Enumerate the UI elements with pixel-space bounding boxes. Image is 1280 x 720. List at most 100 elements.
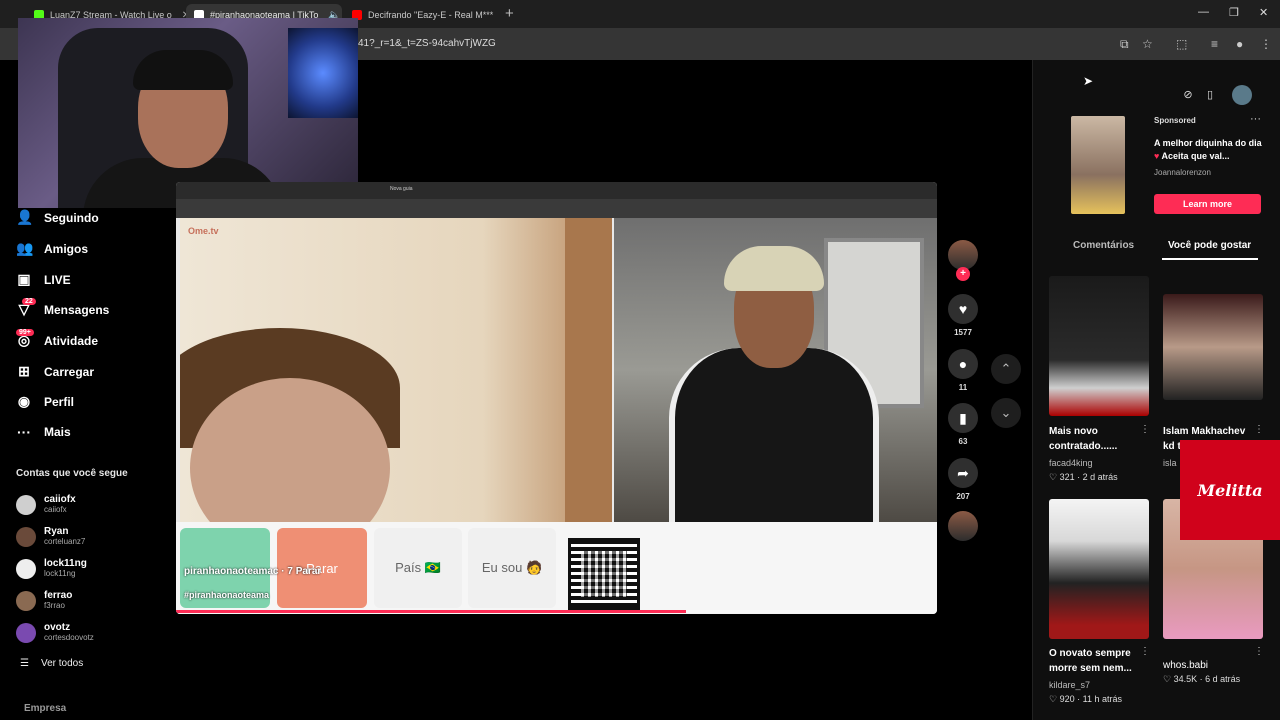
creator-avatar[interactable] xyxy=(948,240,978,270)
video-author[interactable]: facad4king xyxy=(1049,458,1093,468)
tab-title: Decifrando "Eazy-E - Real M*** xyxy=(368,10,494,20)
account-name: caiiofx xyxy=(44,494,76,505)
profile-icon: ◉ xyxy=(17,393,31,409)
people-icon: 👤 xyxy=(16,209,34,225)
video-author[interactable]: piranhaonaoteamac · 7 Parar xyxy=(184,566,321,577)
messages-badge: 22 xyxy=(22,298,36,305)
tab-voce-pode-gostar[interactable]: Você pode gostar xyxy=(1168,240,1251,251)
ometv-gender-button[interactable]: Eu sou 🧑 xyxy=(468,528,556,608)
melitta-logo: Melitta xyxy=(1180,440,1280,540)
minimize-icon[interactable]: — xyxy=(1198,6,1209,18)
new-tab-plus-icon[interactable]: + xyxy=(505,5,514,22)
user-avatar-icon[interactable] xyxy=(1232,85,1252,105)
account-handle: caiiofx xyxy=(44,505,67,514)
ad-title[interactable]: A melhor diquinha do dia ♥ Aceita que va… xyxy=(1154,137,1264,163)
mobile-icon[interactable]: ▯ xyxy=(1200,85,1220,105)
cast-icon[interactable]: ⧉ xyxy=(1120,37,1129,52)
sidebar-item-label: Amigos xyxy=(44,241,89,256)
video-player[interactable]: Nova guia Ome.tv Parar País 🇧🇷 Eu sou 🧑 … xyxy=(176,182,937,614)
next-video-chevron-down-icon[interactable]: ⌄ xyxy=(991,398,1021,428)
share-button[interactable]: ➦ 207 xyxy=(948,458,978,501)
video-title[interactable]: Mais novo contratado...... xyxy=(1049,424,1139,454)
sound-avatar[interactable] xyxy=(948,511,978,541)
avatar xyxy=(16,590,36,611)
extensions-icon[interactable]: ⬚ xyxy=(1176,37,1187,51)
media-icon[interactable]: ≡ xyxy=(1211,37,1218,51)
account-handle: cortesdoovotz xyxy=(44,633,94,642)
inner-browser-chrome: Nova guia xyxy=(176,182,937,218)
comment-button[interactable]: ● 11 xyxy=(948,349,978,392)
person-jacket xyxy=(669,348,879,522)
video-stats: ♡ 34.5K · 6 d atrás xyxy=(1163,674,1241,684)
menu-kebab-icon[interactable]: ⋮ xyxy=(1260,37,1272,51)
video-progress-bar[interactable] xyxy=(176,610,937,613)
account-item[interactable]: ovotz cortesdoovotz xyxy=(16,622,94,643)
active-tab-underline xyxy=(1162,258,1258,260)
restore-icon[interactable]: ❐ xyxy=(1229,6,1239,19)
live-icon: ▣ xyxy=(17,271,31,287)
account-item[interactable]: ferrao f3rrao xyxy=(16,590,72,611)
sidebar-item-live[interactable]: ▣ LIVE xyxy=(16,271,71,288)
account-item[interactable]: caiiofx caiiofx xyxy=(16,494,76,515)
sidebar-item-label: Carregar xyxy=(44,364,95,379)
like-count: 34.5K xyxy=(1173,674,1198,684)
sidebar-item-label: Seguindo xyxy=(44,210,99,225)
sidebar-item-label: LIVE xyxy=(44,272,71,287)
mouse-cursor-icon: ➤ xyxy=(1083,74,1094,88)
bookmark-icon: ▮ xyxy=(948,403,978,433)
follow-plus-icon[interactable]: + xyxy=(956,267,970,281)
sidebar-item-amigos[interactable]: 👥 Amigos xyxy=(16,240,88,257)
tab-comentarios[interactable]: Comentários xyxy=(1073,240,1134,251)
heart-outline-icon: ♡ xyxy=(1049,694,1058,704)
ometv-camera-right xyxy=(614,218,937,522)
share-count: 207 xyxy=(956,492,970,501)
account-item[interactable]: lock11ng lock11ng xyxy=(16,558,87,579)
ad-thumbnail[interactable] xyxy=(1071,116,1125,214)
video-title[interactable]: O novato sempre morre sem nem... xyxy=(1049,646,1144,676)
like-count: 920 xyxy=(1059,694,1075,704)
see-all-link[interactable]: ☰ Ver todos xyxy=(20,658,83,669)
ad-more-icon[interactable]: ··· xyxy=(1250,113,1261,125)
like-count: 321 xyxy=(1059,472,1075,482)
video-title[interactable]: whos.babi xyxy=(1163,660,1208,671)
see-all-label: Ver todos xyxy=(40,658,84,669)
avatar xyxy=(16,622,36,643)
learn-more-button[interactable]: Learn more xyxy=(1154,194,1261,214)
account-item[interactable]: Ryan corteluanz7 xyxy=(16,526,85,547)
more-options-icon[interactable]: ⋮ xyxy=(1254,646,1264,657)
like-button[interactable]: ♥ 1577 xyxy=(948,294,978,337)
save-count: 63 xyxy=(958,437,968,446)
video-thumbnail[interactable] xyxy=(1049,499,1149,639)
sponsored-label: Sponsored xyxy=(1154,116,1196,125)
compass-icon[interactable]: ⊘ xyxy=(1178,85,1198,105)
account-name: Ryan xyxy=(44,526,69,537)
close-window-icon[interactable]: ✕ xyxy=(1259,6,1268,19)
account-name: ovotz xyxy=(44,622,71,633)
profile-avatar-icon[interactable]: ● xyxy=(1236,37,1243,51)
heart-icon: ♥ xyxy=(1154,151,1160,161)
ad-username[interactable]: Joannalorenzon xyxy=(1154,168,1211,177)
browser-tab-youtube[interactable]: Decifrando "Eazy-E - Real M*** ✕ xyxy=(344,4,500,26)
ometv-country-button[interactable]: País 🇧🇷 xyxy=(374,528,462,608)
company-link[interactable]: Empresa xyxy=(24,703,66,714)
inner-tab-title: Nova guia xyxy=(390,186,413,192)
sidebar-item-seguindo[interactable]: 👤 Seguindo xyxy=(16,209,99,226)
url-field[interactable]: 41?_r=1&_t=ZS-94cahvTjWZG xyxy=(358,38,496,49)
sidebar-item-carregar[interactable]: ⊞ Carregar xyxy=(16,363,94,380)
heart-outline-icon: ♡ xyxy=(1049,472,1058,482)
more-options-icon[interactable]: ⋮ xyxy=(1140,424,1150,435)
video-author[interactable]: kildare_s7 xyxy=(1049,680,1090,690)
video-thumbnail[interactable] xyxy=(1163,294,1263,400)
sidebar-item-label: Mais xyxy=(44,425,71,439)
sidebar-item-perfil[interactable]: ◉ Perfil xyxy=(16,393,74,410)
sidebar-item-mais[interactable]: ··· Mais xyxy=(16,424,71,440)
video-author[interactable]: isla xyxy=(1163,458,1177,468)
video-thumbnail[interactable] xyxy=(1049,276,1149,416)
more-options-icon[interactable]: ⋮ xyxy=(1140,646,1150,657)
activity-badge: 99+ xyxy=(16,329,34,336)
more-options-icon[interactable]: ⋮ xyxy=(1254,424,1264,435)
save-button[interactable]: ▮ 63 xyxy=(948,403,978,446)
bookmark-star-icon[interactable]: ☆ xyxy=(1142,37,1153,51)
previous-video-chevron-up-icon[interactable]: ⌃ xyxy=(991,354,1021,384)
video-hashtag[interactable]: #piranhaonaoteama xyxy=(184,590,269,600)
